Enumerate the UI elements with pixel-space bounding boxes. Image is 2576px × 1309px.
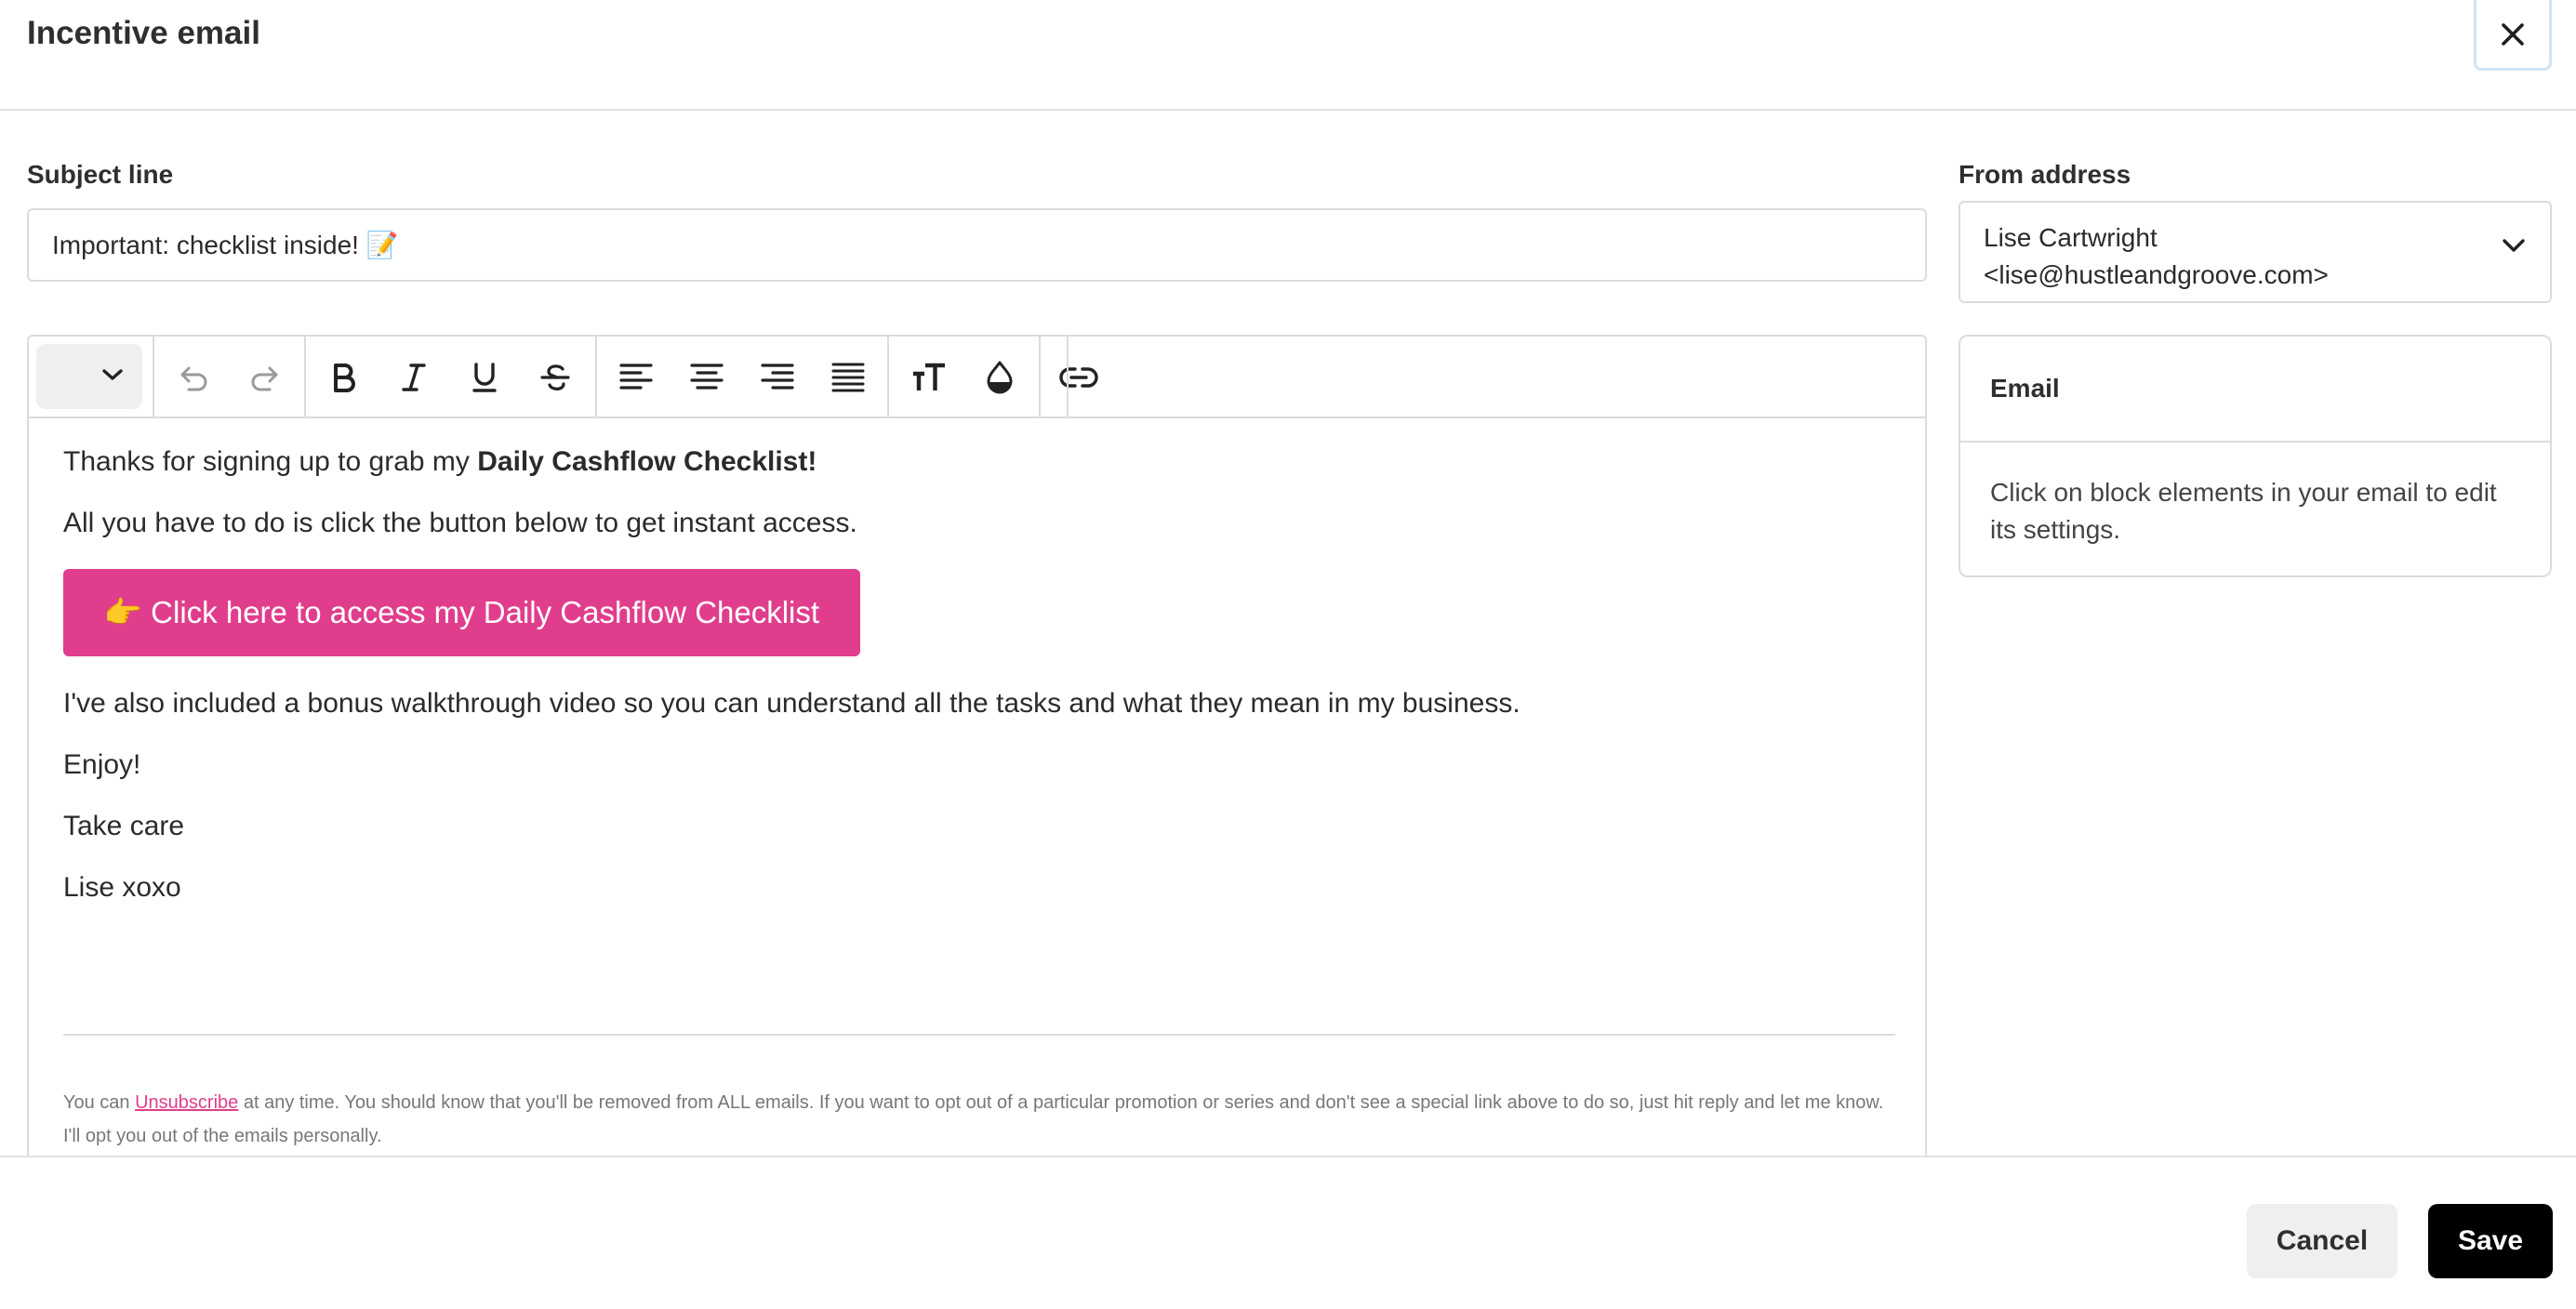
undo-icon bbox=[180, 366, 207, 391]
strikethrough-icon bbox=[540, 364, 570, 390]
link-button[interactable] bbox=[1055, 353, 1103, 402]
link-icon bbox=[1059, 367, 1098, 388]
bold-button[interactable] bbox=[319, 353, 367, 402]
unsubscribe-note: You can Unsubscribe at any time. You sho… bbox=[63, 1086, 1895, 1153]
align-justify-icon bbox=[831, 363, 865, 392]
body-line-intro-bold: Daily Cashflow Checklist! bbox=[477, 446, 817, 477]
chevron-down-icon bbox=[2503, 239, 2525, 252]
body-line-signoff: Lise xoxo bbox=[63, 872, 181, 903]
body-line-enjoy: Enjoy! bbox=[63, 749, 141, 780]
chevron-down-icon bbox=[102, 369, 123, 380]
cta-button[interactable]: 👉 Click here to access my Daily Cashflow… bbox=[63, 569, 860, 656]
close-icon bbox=[2502, 22, 2524, 46]
email-settings-panel: Email Click on block elements in your em… bbox=[1959, 335, 2552, 577]
modal-title: Incentive email bbox=[27, 15, 260, 51]
block-type-dropdown[interactable] bbox=[36, 344, 142, 409]
body-line-intro-text: Thanks for signing up to grab my bbox=[63, 446, 478, 477]
subject-label: Subject line bbox=[27, 160, 174, 189]
footer-prefix: You can bbox=[63, 1092, 136, 1113]
modal-header: Incentive email bbox=[0, 0, 2576, 111]
text-color-button[interactable] bbox=[976, 353, 1024, 402]
align-left-button[interactable] bbox=[612, 353, 660, 402]
editor-toolbar bbox=[29, 337, 1925, 418]
redo-button[interactable] bbox=[240, 353, 288, 402]
font-size-button[interactable] bbox=[905, 353, 953, 402]
toolbar-separator bbox=[1067, 337, 1069, 416]
body-line-intro: Thanks for signing up to grab my Daily C… bbox=[63, 446, 817, 478]
from-name: Lise Cartwright bbox=[1984, 223, 2158, 252]
underline-icon bbox=[472, 363, 497, 392]
save-button[interactable]: Save bbox=[2428, 1204, 2553, 1278]
align-right-button[interactable] bbox=[753, 353, 802, 402]
toolbar-separator bbox=[887, 337, 889, 416]
italic-button[interactable] bbox=[390, 353, 438, 402]
color-drop-icon bbox=[987, 361, 1013, 394]
italic-icon bbox=[402, 364, 426, 391]
align-center-button[interactable] bbox=[683, 353, 731, 402]
font-size-icon bbox=[913, 363, 945, 390]
from-email: <lise@hustleandgroove.com> bbox=[1984, 260, 2329, 289]
modal-footer: Cancel Save bbox=[0, 1156, 2576, 1309]
align-left-icon bbox=[619, 364, 653, 390]
close-button[interactable] bbox=[2474, 0, 2552, 71]
body-line-instructions: All you have to do is click the button b… bbox=[63, 508, 857, 538]
footer-suffix: at any time. You should know that you'll… bbox=[63, 1092, 1884, 1146]
bold-icon bbox=[334, 364, 355, 392]
align-justify-button[interactable] bbox=[824, 353, 872, 402]
panel-title: Email bbox=[1990, 374, 2060, 403]
toolbar-separator bbox=[304, 337, 306, 416]
footer-divider bbox=[63, 1034, 1895, 1036]
toolbar-separator bbox=[153, 337, 154, 416]
body-line-bonus: I've also included a bonus walkthrough v… bbox=[63, 688, 1520, 719]
toolbar-separator bbox=[595, 337, 597, 416]
strikethrough-button[interactable] bbox=[531, 353, 579, 402]
subject-input[interactable] bbox=[27, 208, 1927, 282]
align-right-icon bbox=[761, 364, 794, 390]
from-address-select[interactable]: Lise Cartwright <lise@hustleandgroove.co… bbox=[1959, 201, 2552, 303]
undo-button[interactable] bbox=[170, 353, 219, 402]
underline-button[interactable] bbox=[460, 353, 509, 402]
panel-description: Click on block elements in your email to… bbox=[1990, 478, 2497, 544]
redo-icon bbox=[251, 366, 278, 391]
cancel-button[interactable]: Cancel bbox=[2247, 1204, 2397, 1278]
body-line-take-care: Take care bbox=[63, 811, 185, 841]
panel-header: Email bbox=[1960, 337, 2550, 443]
align-center-icon bbox=[690, 364, 724, 390]
from-label: From address bbox=[1959, 160, 2131, 189]
unsubscribe-link[interactable]: Unsubscribe bbox=[135, 1092, 238, 1113]
